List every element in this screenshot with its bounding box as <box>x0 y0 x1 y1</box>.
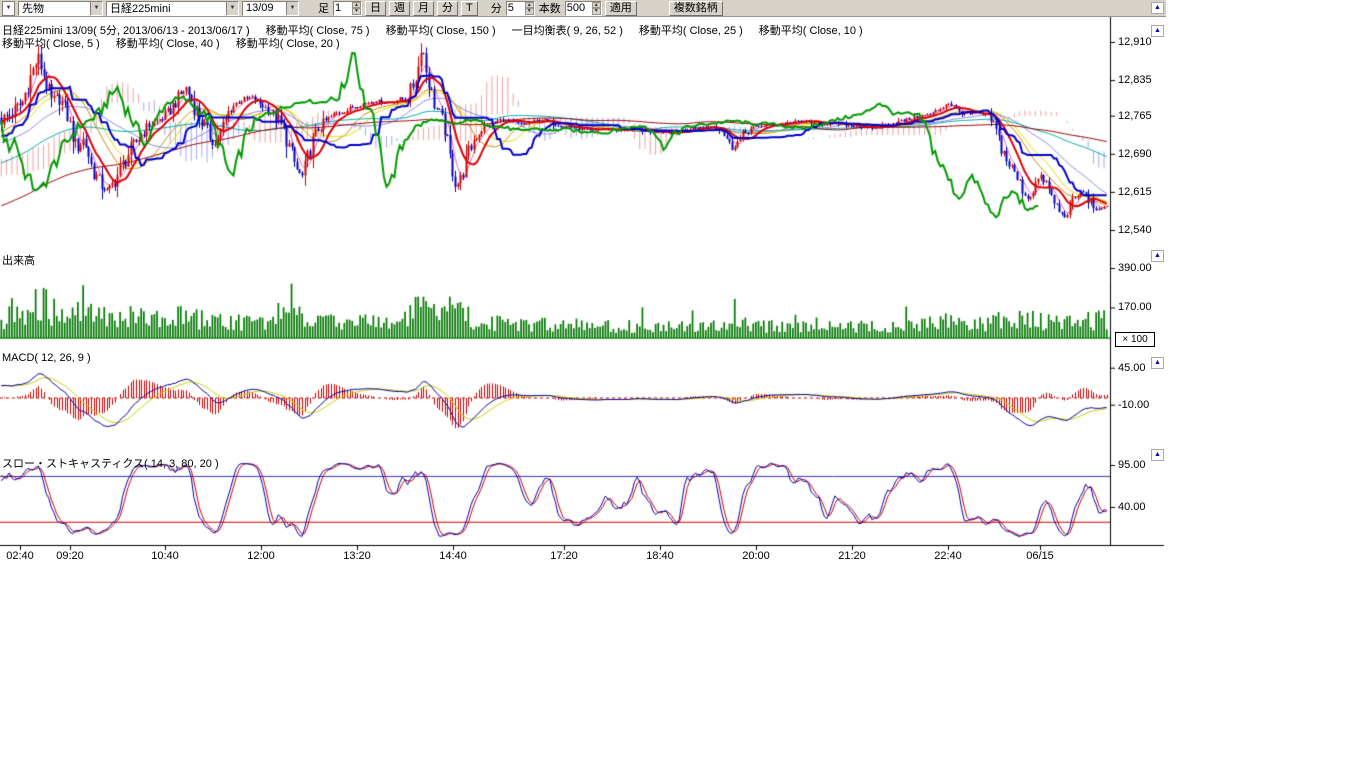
multi-symbol-button[interactable]: 複数銘柄 <box>669 1 723 16</box>
volume-pane-title: 出来高 <box>2 252 35 268</box>
volume-pane-scroll-button[interactable]: ▲ <box>1151 250 1164 262</box>
symbol-value: 日経225mini <box>110 0 171 16</box>
main-chart-legend-line2: 移動平均( Close, 5 ) 移動平均( Close, 40 ) 移動平均( C… <box>2 35 356 51</box>
y-axis-label: 12,835 <box>1118 74 1152 86</box>
chevron-down-icon: ▼ <box>286 2 298 15</box>
y-axis-label: -10.00 <box>1118 399 1149 411</box>
minute-label: 分 <box>491 0 502 16</box>
contract-month-select[interactable]: 13/09 ▼ <box>242 1 299 16</box>
stepper-arrows[interactable]: ▲ ▼ <box>592 2 601 15</box>
main-pane-scroll-button[interactable]: ▲ <box>1151 25 1164 37</box>
x-axis-label: 17:20 <box>550 550 578 562</box>
legend-item: 移動平均( Close, 25 ) <box>639 25 743 37</box>
apply-button[interactable]: 適用 <box>605 1 637 16</box>
spin-down-icon[interactable]: ▼ <box>592 8 601 15</box>
legend-item: 移動平均( Close, 20 ) <box>236 38 340 50</box>
stepper-arrows[interactable]: ▲ ▼ <box>352 2 361 15</box>
toolbar: ▼ 先物 ▼ 日経225mini ▼ 13/09 ▼ 足 ▲ ▼ 日 週 月 分… <box>0 0 1166 17</box>
count-label: 本数 <box>539 0 561 16</box>
macd-pane-title: MACD( 12, 26, 9 ) <box>2 352 91 364</box>
bar-count-input[interactable] <box>334 2 352 15</box>
macd-pane-scroll-button[interactable]: ▲ <box>1151 357 1164 369</box>
spin-down-icon[interactable]: ▼ <box>525 8 534 15</box>
y-axis-label: 12,910 <box>1118 36 1152 48</box>
instrument-type-value: 先物 <box>22 0 44 16</box>
y-axis-label: 12,765 <box>1118 110 1152 122</box>
y-axis-label: 170.00 <box>1118 301 1152 313</box>
stoch-pane-title: スロー・ストキャスティクス( 14, 3, 80, 20 ) <box>2 455 219 471</box>
x-axis-label: 20:00 <box>742 550 770 562</box>
y-axis-label: 390.00 <box>1118 262 1152 274</box>
bar-count-stepper[interactable]: ▲ ▼ <box>333 1 362 16</box>
spin-down-icon[interactable]: ▼ <box>352 8 361 15</box>
y-axis-label: 12,540 <box>1118 224 1152 236</box>
x-axis-label: 21:20 <box>838 550 866 562</box>
y-axis-label: 12,690 <box>1118 148 1152 160</box>
x-axis-label: 22:40 <box>934 550 962 562</box>
period-month-button[interactable]: 月 <box>413 1 434 16</box>
x-axis-label: 18:40 <box>646 550 674 562</box>
minute-input[interactable] <box>507 2 525 15</box>
count-stepper[interactable]: ▲ ▼ <box>565 1 602 16</box>
x-axis-label: 10:40 <box>151 550 179 562</box>
volume-multiplier-badge: × 100 <box>1115 332 1155 347</box>
y-axis-label: 40.00 <box>1118 501 1146 513</box>
trading-chart-app: ▼ 先物 ▼ 日経225mini ▼ 13/09 ▼ 足 ▲ ▼ 日 週 月 分… <box>0 0 1366 768</box>
symbol-select[interactable]: 日経225mini ▼ <box>106 1 239 16</box>
period-tick-button[interactable]: T <box>461 1 478 16</box>
collapse-combo[interactable]: ▼ <box>2 1 15 16</box>
x-axis-label: 09:20 <box>56 550 84 562</box>
period-minute-button[interactable]: 分 <box>437 1 458 16</box>
y-axis-label: 95.00 <box>1118 459 1146 471</box>
chevron-down-icon: ▼ <box>6 5 12 11</box>
stoch-pane-scroll-button[interactable]: ▲ <box>1151 449 1164 461</box>
legend-item: 移動平均( Close, 40 ) <box>116 38 220 50</box>
legend-item: 移動平均( Close, 150 ) <box>386 25 496 37</box>
chart-region: 日経225mini 13/09( 5分, 2013/06/13 - 2013/0… <box>0 17 1200 597</box>
x-axis-label: 13:20 <box>343 550 371 562</box>
legend-item: 移動平均( Close, 5 ) <box>2 38 100 50</box>
scroll-up-button[interactable]: ▲ <box>1151 2 1164 14</box>
y-axis-label: 45.00 <box>1118 362 1146 374</box>
minute-stepper[interactable]: ▲ ▼ <box>506 1 535 16</box>
legend-item: 一目均衡表( 9, 26, 52 ) <box>512 25 623 37</box>
count-input[interactable] <box>566 2 592 15</box>
period-week-button[interactable]: 週 <box>389 1 410 16</box>
y-axis-label: 12,615 <box>1118 186 1152 198</box>
x-axis-label: 14:40 <box>439 550 467 562</box>
period-day-button[interactable]: 日 <box>365 1 386 16</box>
x-axis-label: 06/15 <box>1026 550 1054 562</box>
stepper-arrows[interactable]: ▲ ▼ <box>525 2 534 15</box>
chart-canvas[interactable] <box>0 17 1170 562</box>
contract-month-value: 13/09 <box>246 2 274 14</box>
chevron-down-icon: ▼ <box>90 2 102 15</box>
legend-item: 移動平均( Close, 10 ) <box>759 25 863 37</box>
x-axis-label: 12:00 <box>247 550 275 562</box>
instrument-type-select[interactable]: 先物 ▼ <box>18 1 103 16</box>
bar-type-label: 足 <box>318 0 329 16</box>
x-axis-label: 02:40 <box>6 550 34 562</box>
chevron-down-icon: ▼ <box>226 2 238 15</box>
